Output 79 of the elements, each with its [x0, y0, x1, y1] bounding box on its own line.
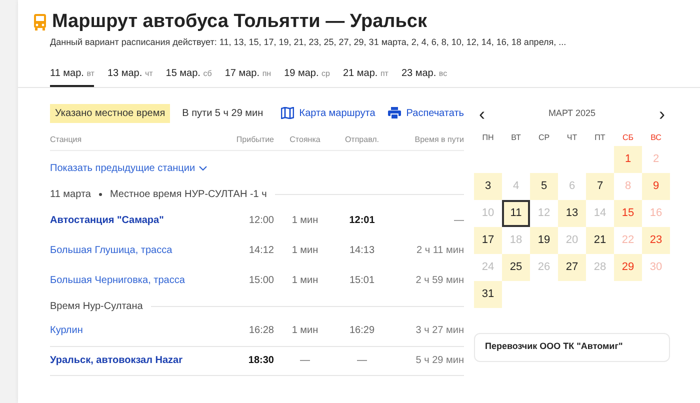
page-title: Маршрут автобуса Тольятти — Уральск — [52, 10, 428, 34]
calendar-day[interactable]: 1 — [614, 146, 642, 172]
date-tab[interactable]: 19 мар. ср — [284, 62, 330, 86]
calendar-day[interactable]: 29 — [614, 254, 642, 280]
group-date: 11 марта — [50, 188, 91, 202]
calendar-day[interactable]: 17 — [474, 226, 502, 254]
date-tab[interactable]: 11 мар. вт — [50, 62, 94, 86]
previous-month-button[interactable]: ‹ — [479, 104, 485, 122]
date-tab[interactable]: 15 мар. сб — [166, 62, 212, 86]
departure-time: 12:01 — [348, 214, 376, 228]
route-map-link[interactable]: Карта маршрута — [281, 106, 376, 120]
column-header: Время в пути — [414, 134, 464, 146]
local-time-badge: Указано местное время — [50, 104, 170, 122]
date-tab[interactable]: 21 мар. пт — [342, 62, 388, 86]
calendar-day[interactable]: 9 — [642, 172, 670, 200]
calendar-day[interactable]: 19 — [530, 226, 558, 254]
arrival-time: 18:30 — [247, 354, 274, 368]
arrival-time: 15:00 — [248, 274, 274, 288]
weekday-label: ЧТ — [566, 132, 578, 144]
travel-time: 3 ч 27 мин — [414, 324, 464, 338]
calendar-day[interactable]: 11 — [502, 200, 530, 226]
weekday-label: СБ — [621, 132, 635, 144]
weekday-label: ПТ — [594, 132, 606, 144]
weekday-label: ВС — [650, 132, 662, 144]
arrival-time: 16:28 — [248, 324, 274, 338]
calendar-day[interactable]: 25 — [502, 254, 530, 280]
stop-duration: 1 мин — [290, 214, 320, 228]
departure-time: 14:13 — [348, 244, 376, 258]
column-header: Стоянка — [288, 134, 322, 146]
travel-time: 2 ч 59 мин — [414, 274, 464, 288]
calendar-day[interactable]: 3 — [474, 172, 502, 200]
column-header: Прибытие — [235, 134, 274, 146]
timezone-note: Время Нур-Султана — [50, 300, 143, 314]
calendar-day[interactable]: 13 — [558, 200, 586, 226]
stop-duration: 1 мин — [290, 274, 320, 288]
chevron-down-icon — [199, 166, 208, 170]
arrival-time: 12:00 — [248, 214, 274, 228]
station-link[interactable]: Автостанция "Самара" — [50, 213, 212, 228]
weekday-label: ПН — [481, 132, 495, 144]
column-header: Отправл. — [344, 134, 380, 146]
calendar-day[interactable]: 15 — [614, 200, 642, 226]
departure-time: 16:29 — [348, 324, 376, 338]
printer-icon — [388, 107, 402, 119]
weekday-label: ВТ — [510, 132, 522, 144]
stop-duration: — — [299, 354, 311, 368]
travel-time: — — [453, 214, 464, 228]
travel-time: 5 ч 29 мин — [414, 354, 464, 368]
calendar-day[interactable]: 21 — [586, 226, 614, 254]
station-link[interactable]: Большая Глушица, трасса — [50, 243, 212, 258]
bullet-icon — [98, 193, 102, 196]
bus-icon — [33, 13, 47, 31]
show-previous-stations[interactable]: Показать предыдущие станции — [50, 160, 208, 176]
station-link[interactable]: Большая Черниговка, трасса — [50, 273, 212, 288]
stop-duration: 1 мин — [290, 324, 320, 338]
calendar-day[interactable]: 31 — [474, 280, 502, 308]
weekday-label: СР — [537, 132, 551, 144]
travel-time: 2 ч 11 мин — [416, 244, 464, 258]
map-icon — [281, 107, 294, 119]
date-tab[interactable]: 13 мар. чт — [107, 62, 153, 86]
print-link[interactable]: Распечатать — [388, 106, 464, 120]
column-header: Станция — [50, 134, 83, 146]
stop-duration: 1 мин — [290, 244, 320, 258]
calendar-day[interactable]: 23 — [642, 226, 670, 254]
date-tab[interactable]: 23 мар. вс — [401, 62, 448, 86]
carrier-name: Перевозчик ООО ТК "Автомиг" — [485, 340, 623, 354]
date-tab[interactable]: 17 мар. пн — [224, 62, 272, 86]
station-link[interactable]: Курлин — [50, 323, 212, 338]
departure-time: — — [356, 354, 368, 368]
calendar-day[interactable]: 5 — [530, 172, 558, 200]
calendar-day[interactable]: 27 — [558, 254, 586, 280]
schedule-note: Данный вариант расписания действует: 11, 13, 15, 17, 19, 21, 23, 25, 27, 29, 31 марта, 2, 4, 6, 8, 10, 12, 14, 16, 18 апреля, ... — [49, 36, 568, 49]
arrival-time: 14:12 — [248, 244, 274, 258]
next-month-button[interactable]: › — [659, 104, 665, 122]
total-duration: В пути 5 ч 29 мин — [182, 106, 264, 120]
station-link[interactable]: Уральск, автовокзал Hazar — [50, 353, 212, 368]
month-title: МАРТ 2025 — [548, 106, 596, 120]
timezone-note: Местное время НУР-СУЛТАН -1 ч — [110, 188, 267, 202]
calendar-day[interactable]: 7 — [586, 172, 614, 200]
departure-time: 15:01 — [348, 274, 376, 288]
